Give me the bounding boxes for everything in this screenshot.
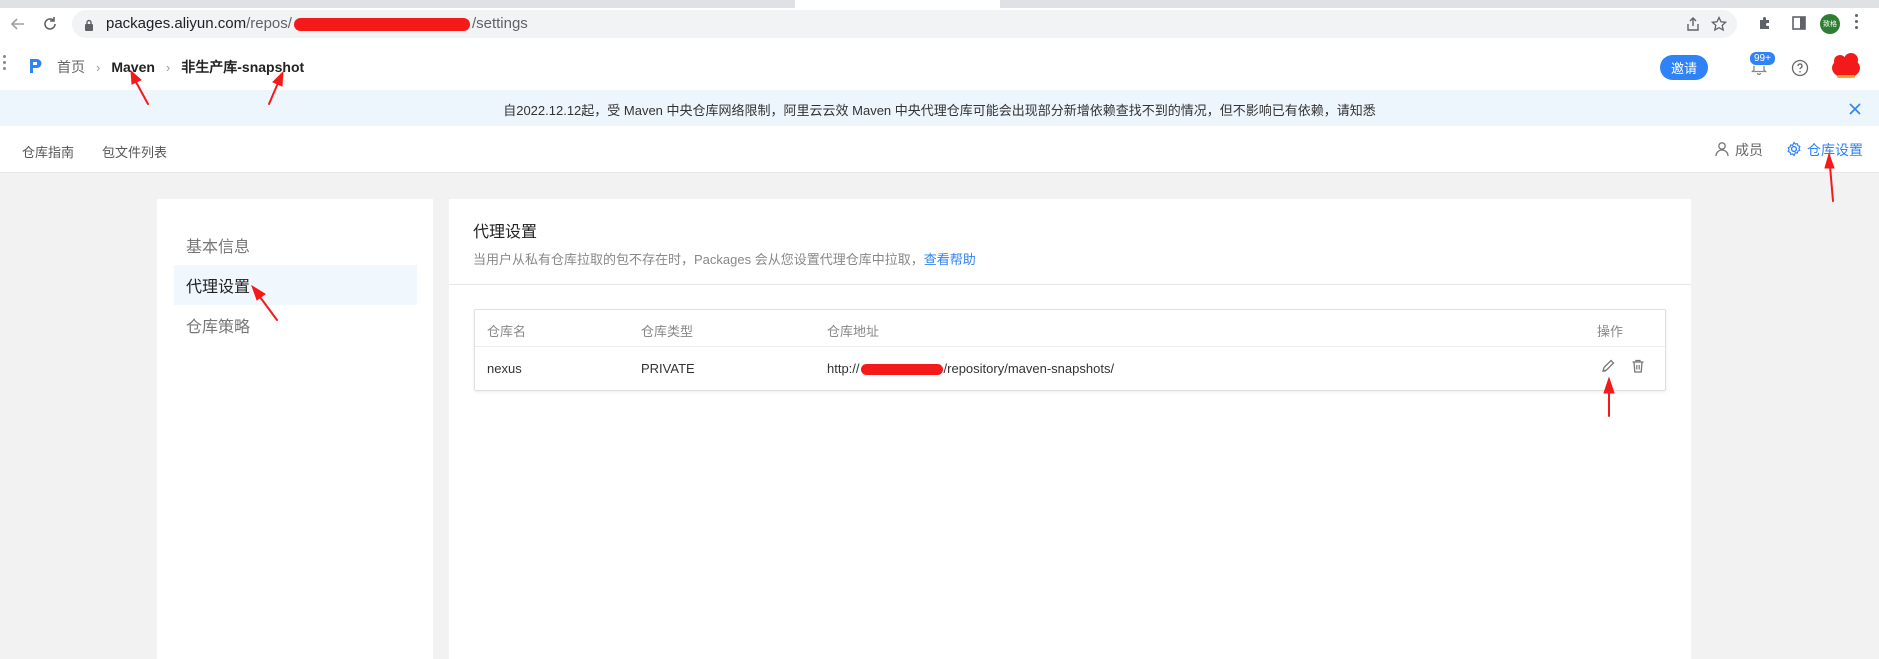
help-circle-icon[interactable]: [1791, 59, 1809, 81]
breadcrumb-maven[interactable]: Maven: [111, 59, 155, 75]
reload-icon[interactable]: [38, 12, 62, 36]
members-button[interactable]: 成员: [1714, 140, 1763, 160]
divider: [449, 284, 1691, 285]
url-path-suffix: /settings: [471, 15, 528, 32]
column-header-actions: 操作: [1597, 324, 1624, 339]
app-header: 首页 › Maven › 非生产库-snapshot 邀请 99+: [0, 40, 1879, 90]
browser-toolbar: packages.aliyun.com/repos/ /settings: [0, 8, 1879, 40]
trash-icon[interactable]: [1630, 358, 1646, 379]
tab-repo-guide[interactable]: 仓库指南: [22, 142, 74, 161]
gear-icon: [1786, 140, 1807, 160]
notice-banner: 自2022.12.12起，受 Maven 中央仓库网络限制，阿里云云效 Mave…: [0, 90, 1879, 126]
table-header: 仓库名 仓库类型 仓库地址 操作: [475, 310, 1665, 347]
panel-description: 当用户从私有仓库拉取的包不存在时，Packages 会从您设置代理仓库中拉取，查…: [473, 249, 976, 268]
menu-item-basic-info[interactable]: 基本信息: [174, 225, 417, 265]
star-icon[interactable]: [1710, 15, 1728, 33]
chevron-right-icon: ›: [96, 59, 101, 75]
lock-icon: [84, 17, 94, 36]
breadcrumb: 首页 › Maven › 非生产库-snapshot: [57, 57, 304, 77]
menu-item-proxy-settings[interactable]: 代理设置: [174, 265, 417, 305]
description-text: 当用户从私有仓库拉取的包不存在时，Packages 会从您设置代理仓库中拉取，: [473, 252, 924, 267]
browser-menu-icon[interactable]: [1855, 14, 1859, 30]
menu-item-repo-policy[interactable]: 仓库策略: [174, 305, 417, 345]
members-label: 成员: [1735, 142, 1763, 158]
breadcrumb-repo[interactable]: 非生产库-snapshot: [181, 57, 304, 77]
url-text: packages.aliyun.com/repos/ /settings: [106, 15, 528, 32]
url-prefix: http://: [827, 361, 860, 376]
address-bar[interactable]: packages.aliyun.com/repos/ /settings: [72, 10, 1737, 38]
user-avatar[interactable]: [1831, 51, 1861, 81]
drag-handle-icon[interactable]: [3, 55, 7, 73]
column-header-name: 仓库名: [487, 324, 527, 339]
url-host: packages.aliyun.com: [106, 15, 247, 32]
invite-button[interactable]: 邀请: [1660, 55, 1708, 80]
close-icon[interactable]: [1848, 101, 1862, 120]
repo-settings-tab[interactable]: 仓库设置: [1786, 140, 1863, 160]
notification-badge: 99+: [1749, 51, 1776, 66]
repo-settings-label: 仓库设置: [1807, 142, 1863, 158]
url-suffix: /repository/maven-snapshots/: [943, 361, 1115, 376]
puzzle-icon[interactable]: [1757, 15, 1773, 35]
table-row: nexus PRIVATE http:// /repository/maven-s…: [475, 347, 1665, 390]
settings-menu: 基本信息 代理设置 仓库策略: [157, 199, 433, 659]
profile-avatar[interactable]: 致格: [1820, 14, 1840, 34]
active-tab[interactable]: [795, 0, 1000, 8]
cell-repo-name: nexus: [487, 361, 522, 376]
app-logo-icon[interactable]: [28, 57, 44, 79]
panel-title: 代理设置: [473, 224, 538, 241]
column-header-url: 仓库地址: [827, 324, 880, 339]
repo-subnav: 仓库指南 包文件列表 成员 仓库设置: [0, 126, 1879, 173]
redaction-mark: [293, 17, 470, 31]
back-arrow-icon[interactable]: [6, 12, 30, 36]
notice-text: 自2022.12.12起，受 Maven 中央仓库网络限制，阿里云云效 Mave…: [503, 103, 1376, 118]
cell-repo-type: PRIVATE: [641, 361, 695, 376]
breadcrumb-home[interactable]: 首页: [57, 57, 85, 77]
proxy-table: 仓库名 仓库类型 仓库地址 操作 nexus PRIVATE http:// /r…: [474, 309, 1666, 391]
tab-package-list[interactable]: 包文件列表: [102, 142, 167, 161]
url-path-prefix: /repos/: [246, 15, 292, 32]
edit-pencil-icon[interactable]: [1600, 358, 1616, 379]
sidepanel-icon[interactable]: [1791, 15, 1807, 35]
share-icon[interactable]: [1684, 15, 1702, 33]
chevron-right-icon: ›: [165, 59, 171, 75]
help-link[interactable]: 查看帮助: [924, 252, 976, 267]
proxy-settings-panel: 代理设置 当用户从私有仓库拉取的包不存在时，Packages 会从您设置代理仓库…: [449, 199, 1691, 659]
user-icon: [1714, 141, 1735, 160]
redaction-mark: [860, 364, 943, 376]
cell-repo-url: http:// /repository/maven-snapshots/: [827, 361, 1114, 376]
browser-tabstrip: [0, 0, 1879, 8]
column-header-type: 仓库类型: [641, 324, 694, 339]
